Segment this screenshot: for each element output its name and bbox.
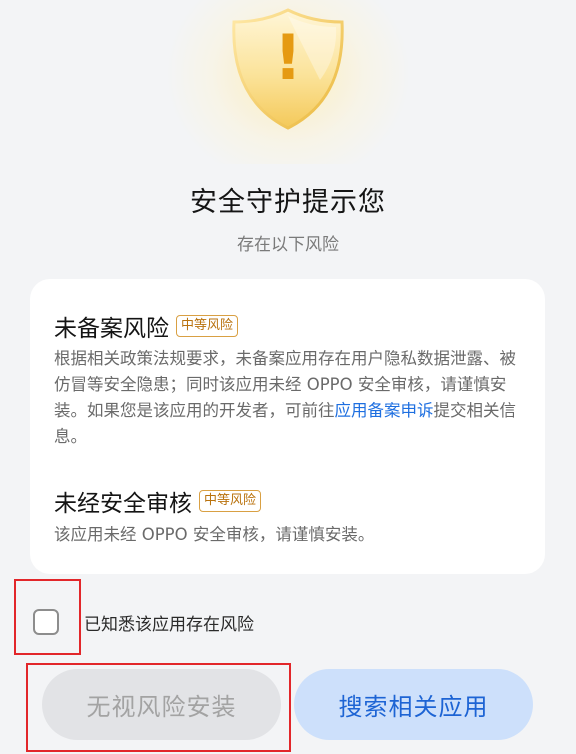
risk-title: 未备案风险 (54, 316, 169, 342)
risk-description: 根据相关政策法规要求，未备案应用存在用户隐私数据泄露、被仿冒等安全隐患；同时该应… (54, 346, 524, 450)
risk-title: 未经安全审核 (54, 491, 192, 517)
risk-level-badge: 中等风险 (176, 315, 239, 337)
app-filing-appeal-link[interactable]: 应用备案申诉 (335, 401, 434, 420)
risk-item-unreviewed-header: 未经安全审核 中等风险 (54, 484, 262, 518)
page-title: 安全守护提示您 (190, 187, 386, 218)
checkbox-highlight-box (14, 579, 81, 655)
risk-level-badge: 中等风险 (199, 490, 262, 512)
shield-symbol: ! (273, 21, 303, 94)
search-related-apps-button[interactable]: 搜索相关应用 (294, 669, 533, 740)
risk-description: 该应用未经 OPPO 安全审核，请谨慎安装。 (54, 525, 375, 544)
risk-item-unregistered-header: 未备案风险 中等风险 (54, 309, 239, 343)
risk-card: 未备案风险 中等风险 根据相关政策法规要求，未备案应用存在用户隐私数据泄露、被仿… (30, 279, 545, 574)
page-subtitle: 存在以下风险 (237, 235, 339, 255)
ignore-button-highlight-box (26, 663, 291, 752)
shield-warning-icon-wrap: ! (168, 0, 408, 164)
acknowledge-label[interactable]: 已知悉该应用存在风险 (84, 610, 254, 635)
